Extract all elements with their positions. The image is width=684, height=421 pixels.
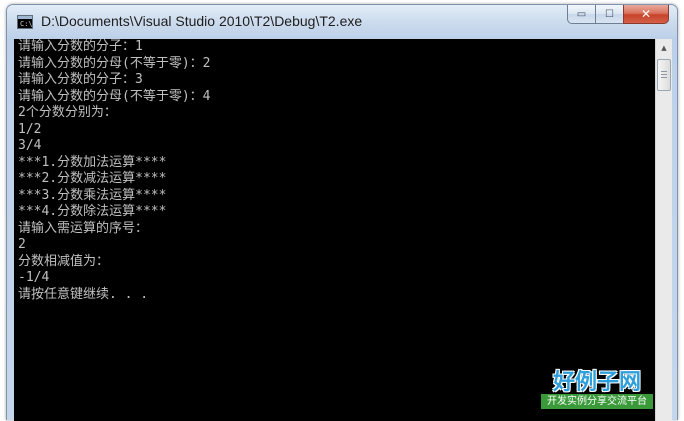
- console-line: ***4.分数除法运算****: [18, 204, 167, 219]
- console-line: ***3.分数乘法运算****: [18, 188, 167, 203]
- scrollbar-thumb[interactable]: [657, 59, 671, 91]
- minimize-icon: ▭: [576, 8, 587, 20]
- console-line: ***1.分数加法运算****: [18, 155, 167, 170]
- maximize-icon: ☐: [605, 8, 614, 20]
- console-line: 1/2: [18, 122, 42, 137]
- close-button[interactable]: ✕: [623, 5, 669, 24]
- caption-buttons: ▭ ☐ ✕: [567, 5, 669, 25]
- vertical-scrollbar[interactable]: ▲: [655, 39, 672, 421]
- console-line: 请输入分数的分母(不等于零)：4: [18, 89, 211, 104]
- close-icon: ✕: [640, 7, 652, 21]
- console-line: 请输入分数的分母(不等于零)：2: [18, 56, 211, 71]
- watermark-title: 好例子网: [552, 369, 641, 395]
- console-line: -1/4: [18, 270, 50, 285]
- minimize-button[interactable]: ▭: [567, 5, 595, 24]
- console-line: 请输入需运算的序号：: [18, 221, 149, 236]
- maximize-button[interactable]: ☐: [595, 5, 623, 24]
- console-window: C:\ D:\Documents\Visual Studio 2010\T2\D…: [6, 4, 678, 421]
- window-title: D:\Documents\Visual Studio 2010\T2\Debug…: [41, 13, 363, 29]
- watermark-subtitle: 开发实例分享交流平台: [541, 394, 653, 409]
- console-line: 3/4: [18, 138, 42, 153]
- console-line: ***2.分数减法运算****: [18, 171, 167, 186]
- console-line: 请输入分数的分子：1: [18, 39, 143, 54]
- scroll-up-arrow-icon[interactable]: ▲: [656, 39, 672, 56]
- console-line: 2个分数分别为：: [18, 105, 117, 120]
- console-line: 分数相减值为：: [18, 254, 110, 269]
- title-bar[interactable]: C:\ D:\Documents\Visual Studio 2010\T2\D…: [7, 5, 677, 37]
- console-app-icon[interactable]: C:\: [17, 15, 33, 29]
- console-line: 请输入分数的分子：3: [18, 72, 143, 87]
- console-line: 2: [18, 237, 26, 252]
- watermark-logo: 好例子网 开发实例分享交流平台: [538, 364, 656, 416]
- console-line: 请按任意键继续. . .: [18, 287, 149, 302]
